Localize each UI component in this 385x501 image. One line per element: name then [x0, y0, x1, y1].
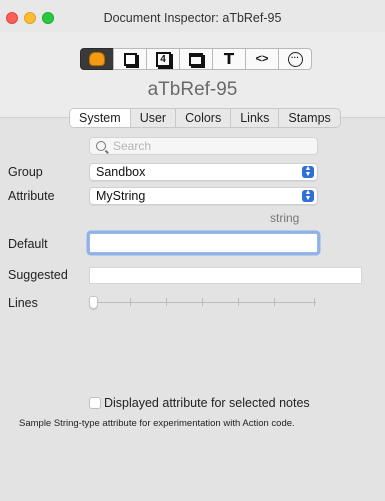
attribute-select[interactable]: MyString ▲ ▼ [89, 187, 318, 205]
group-value: Sandbox [96, 165, 146, 179]
default-label: Default [8, 237, 48, 251]
text-format-icon: T [223, 50, 235, 68]
inspector-tabs: System User Colors Links Stamps [69, 108, 341, 128]
inspector-toolbar: 4 T <> ··· [80, 48, 312, 72]
quickstamp-icon: 4 [155, 51, 171, 67]
attribute-type: string [270, 211, 300, 225]
tab-stamps[interactable]: Stamps [279, 109, 339, 127]
more-tab-button[interactable]: ··· [278, 48, 312, 70]
lines-label: Lines [8, 296, 38, 310]
slider-tick [166, 298, 167, 306]
general-tab-button[interactable] [80, 48, 114, 70]
group-label: Group [8, 165, 43, 179]
slider-tick [130, 298, 131, 306]
appearance-icon [189, 52, 203, 66]
appearance-tab-button[interactable] [179, 48, 213, 70]
slider-tick [314, 298, 315, 306]
displayed-attribute-label: Displayed attribute for selected notes [104, 396, 310, 410]
note-name: aTbRef-95 [147, 79, 238, 100]
group-select[interactable]: Sandbox ▲ ▼ [89, 163, 318, 181]
tab-system[interactable]: System [70, 109, 131, 127]
chevron-updown-icon: ▲ ▼ [302, 165, 314, 178]
document-inspector-window: Document Inspector: aTbRef-95 4 T <> ···… [0, 0, 385, 501]
text-icon [123, 52, 137, 66]
default-field[interactable] [89, 233, 318, 253]
tab-colors[interactable]: Colors [176, 109, 232, 127]
suggested-label: Suggested [8, 268, 68, 282]
search-field[interactable] [89, 137, 318, 155]
search-input[interactable] [113, 139, 303, 153]
tab-links[interactable]: Links [231, 109, 280, 127]
general-icon [89, 52, 105, 66]
attribute-label: Attribute [8, 189, 55, 203]
displayed-attribute-checkbox[interactable] [89, 397, 101, 409]
slider-tick [202, 298, 203, 306]
action-tab-button[interactable]: <> [245, 48, 279, 70]
quickstamp-tab-button[interactable]: 4 [146, 48, 180, 70]
slider-tick [274, 298, 275, 306]
suggested-field[interactable] [89, 267, 362, 284]
attribute-description: Sample String-type attribute for experim… [19, 418, 295, 429]
lines-slider-track[interactable] [94, 302, 316, 303]
slider-tick [238, 298, 239, 306]
search-icon [96, 141, 106, 151]
text-format-tab-button[interactable]: T [212, 48, 246, 70]
window-title: Document Inspector: aTbRef-95 [103, 11, 282, 25]
lines-slider-knob[interactable] [89, 296, 98, 309]
tab-user[interactable]: User [131, 109, 177, 127]
chevron-updown-icon: ▲ ▼ [302, 189, 314, 202]
more-icon: ··· [287, 51, 303, 67]
action-icon: <> [255, 53, 269, 65]
title-bar: Document Inspector: aTbRef-95 [0, 0, 385, 32]
attribute-value: MyString [96, 189, 146, 203]
text-tab-button[interactable] [113, 48, 147, 70]
